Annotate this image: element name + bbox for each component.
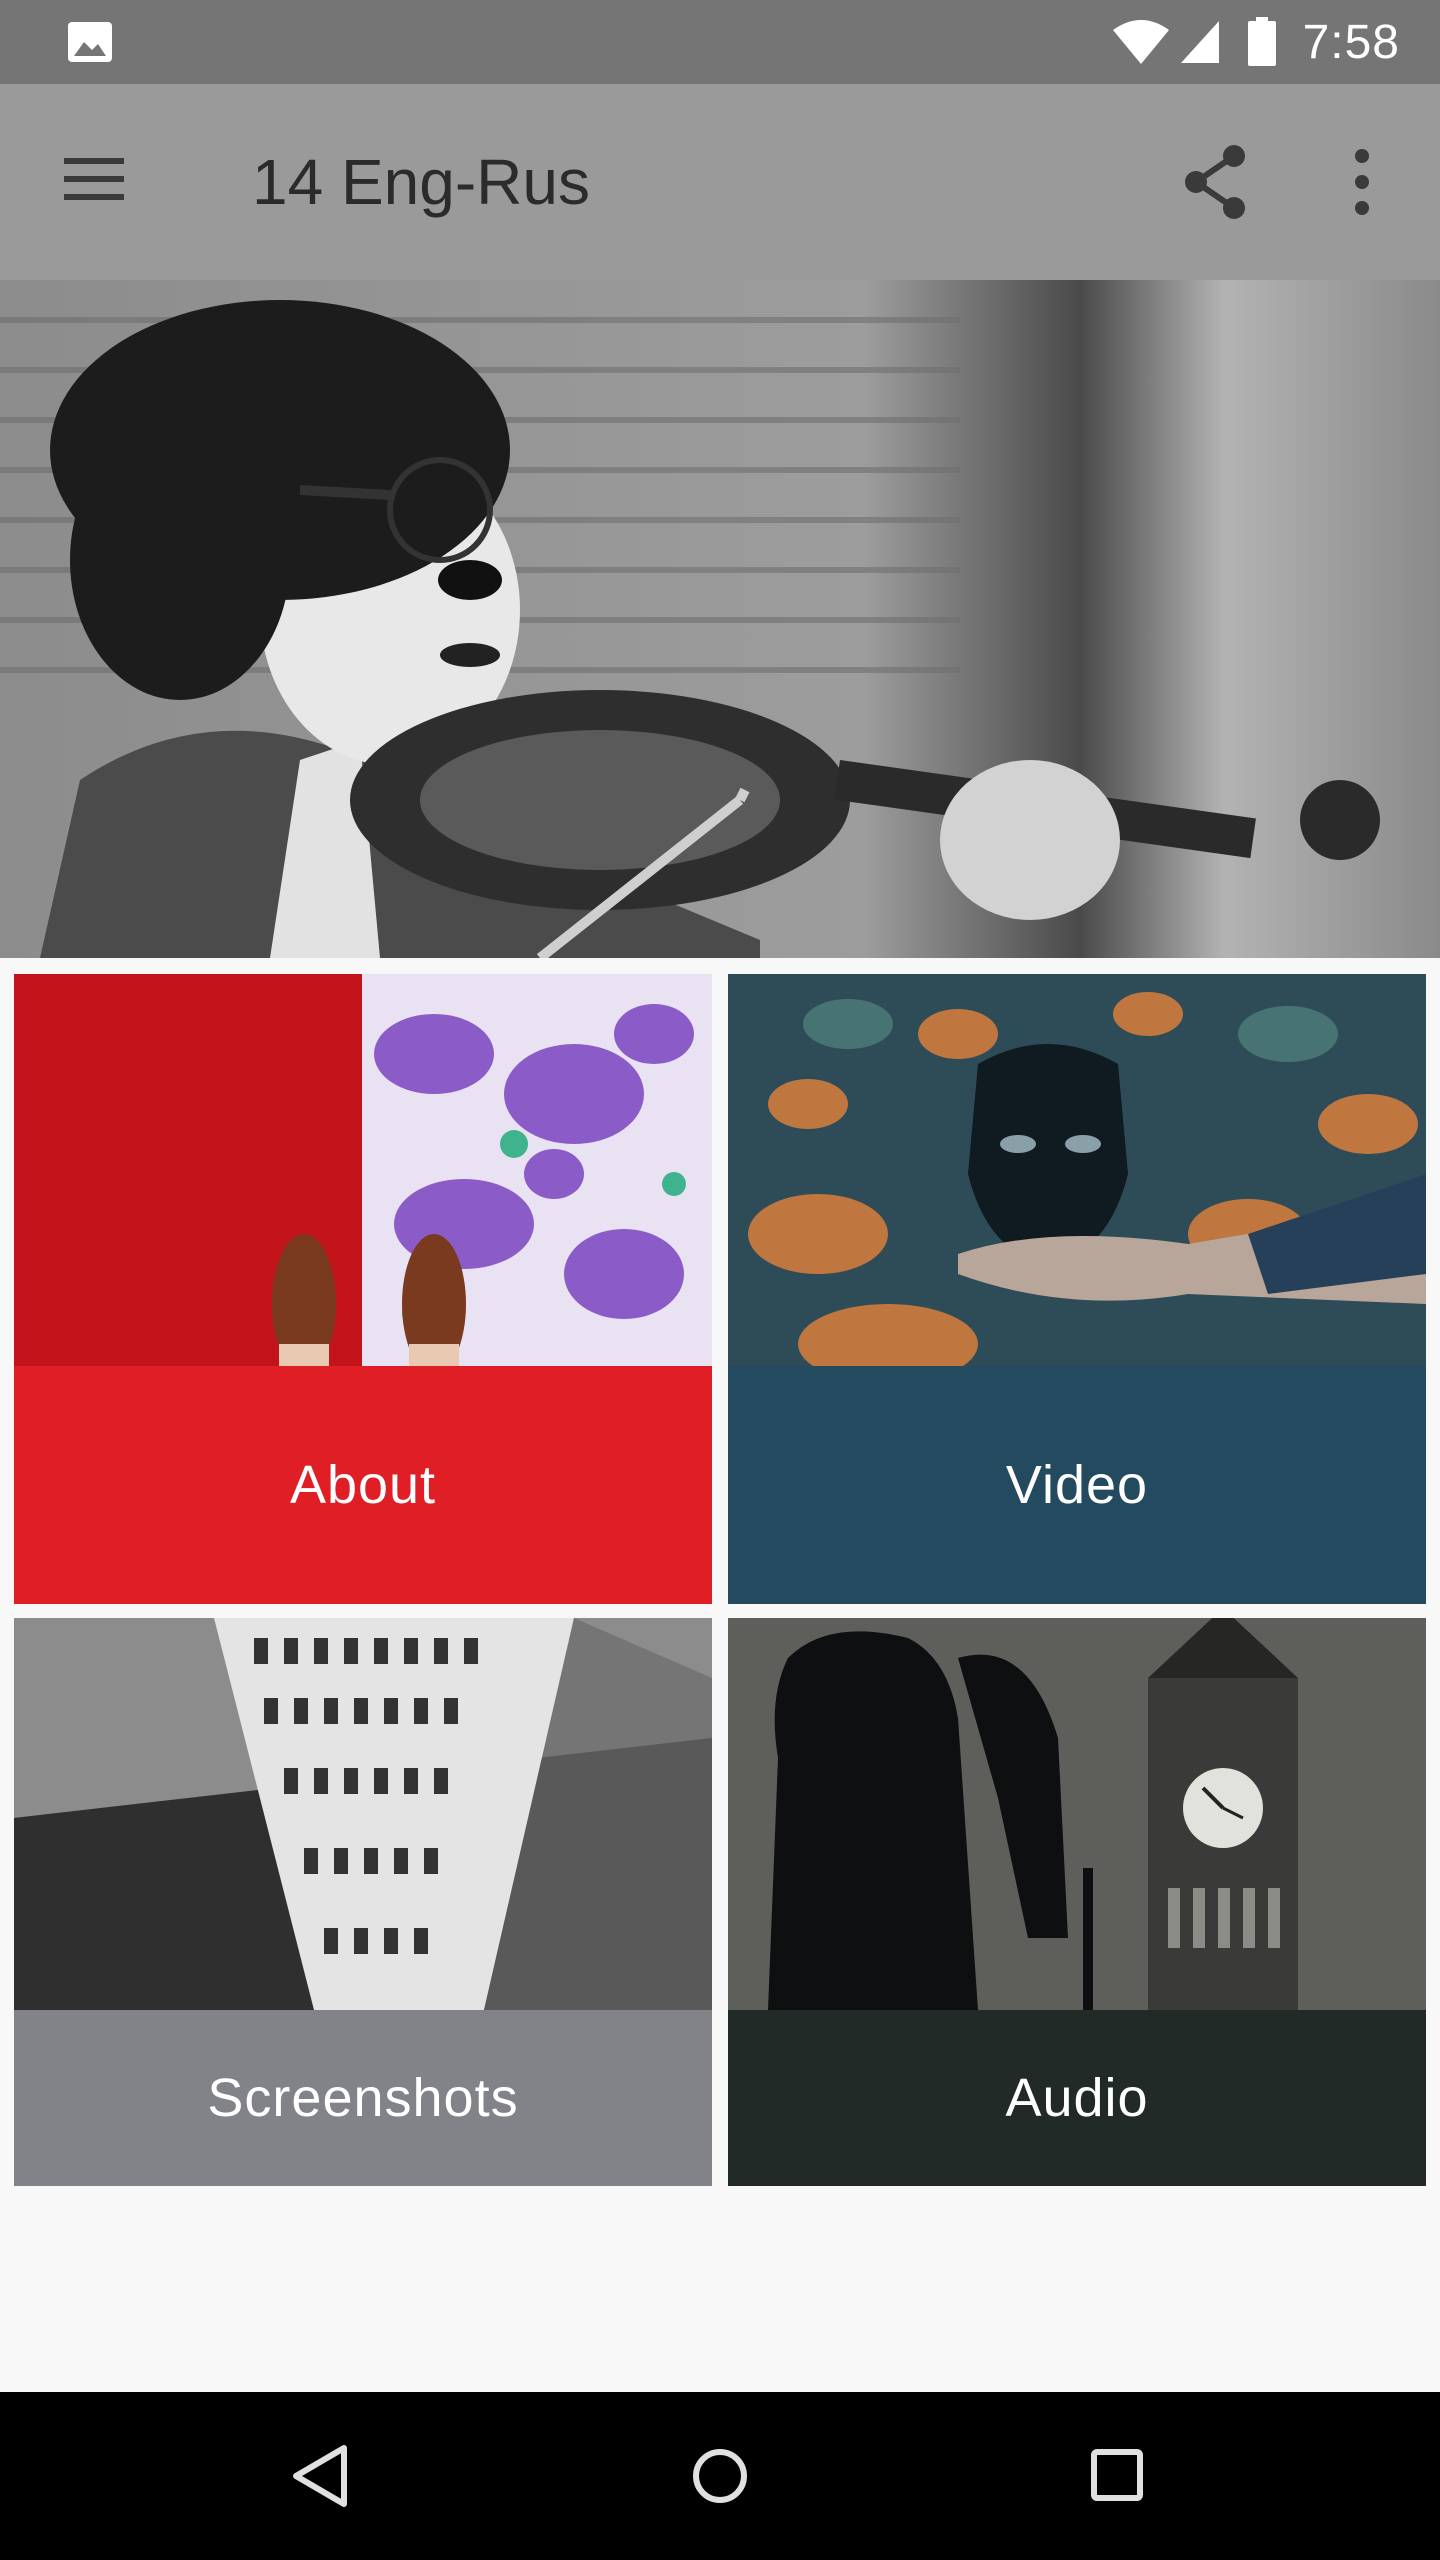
tile-about-label: About bbox=[289, 1455, 437, 1515]
tile-about[interactable]: About bbox=[14, 974, 712, 1604]
screen: 7:58 14 Eng-Rus About Video Screenshots … bbox=[0, 0, 1440, 2560]
black-mask-photo bbox=[728, 974, 1426, 1366]
back-icon[interactable] bbox=[282, 2436, 362, 2516]
home-icon[interactable] bbox=[680, 2436, 760, 2516]
tile-video-band: Video bbox=[728, 1366, 1426, 1604]
tile-screenshots-band: Screenshots bbox=[14, 2010, 712, 2186]
tile-audio-band: Audio bbox=[728, 2010, 1426, 2186]
tile-screenshots-label: Screenshots bbox=[207, 2068, 519, 2128]
status-bar: 7:58 bbox=[0, 0, 1440, 84]
hero-image bbox=[0, 280, 1440, 958]
gallery-icon bbox=[68, 22, 112, 62]
wifi-icon bbox=[1112, 20, 1169, 64]
shoes-on-carpet-photo bbox=[14, 974, 712, 1366]
tile-video[interactable]: Video bbox=[728, 974, 1426, 1604]
recents-icon[interactable] bbox=[1078, 2436, 1158, 2516]
share-icon[interactable] bbox=[1180, 144, 1252, 220]
app-bar: 14 Eng-Rus bbox=[0, 84, 1440, 280]
signal-icon bbox=[1180, 21, 1219, 63]
navigation-bar bbox=[0, 2392, 1440, 2560]
violinist-clown-photo bbox=[0, 280, 1440, 958]
tile-video-label: Video bbox=[1005, 1455, 1149, 1515]
page-title: 14 Eng-Rus bbox=[252, 146, 590, 218]
building-reflection-photo bbox=[14, 1618, 712, 2010]
tile-audio-label: Audio bbox=[1005, 2068, 1149, 2128]
more-vert-icon[interactable] bbox=[1336, 144, 1388, 220]
battery-icon bbox=[1247, 17, 1276, 66]
big-ben-silhouette-photo bbox=[728, 1618, 1426, 2010]
tile-screenshots[interactable]: Screenshots bbox=[14, 1618, 712, 2186]
menu-icon[interactable] bbox=[56, 148, 140, 212]
tile-about-band: About bbox=[14, 1366, 712, 1604]
clock: 7:58 bbox=[1302, 15, 1400, 69]
status-icons: 7:58 bbox=[1111, 0, 1400, 84]
tile-audio[interactable]: Audio bbox=[728, 1618, 1426, 2186]
